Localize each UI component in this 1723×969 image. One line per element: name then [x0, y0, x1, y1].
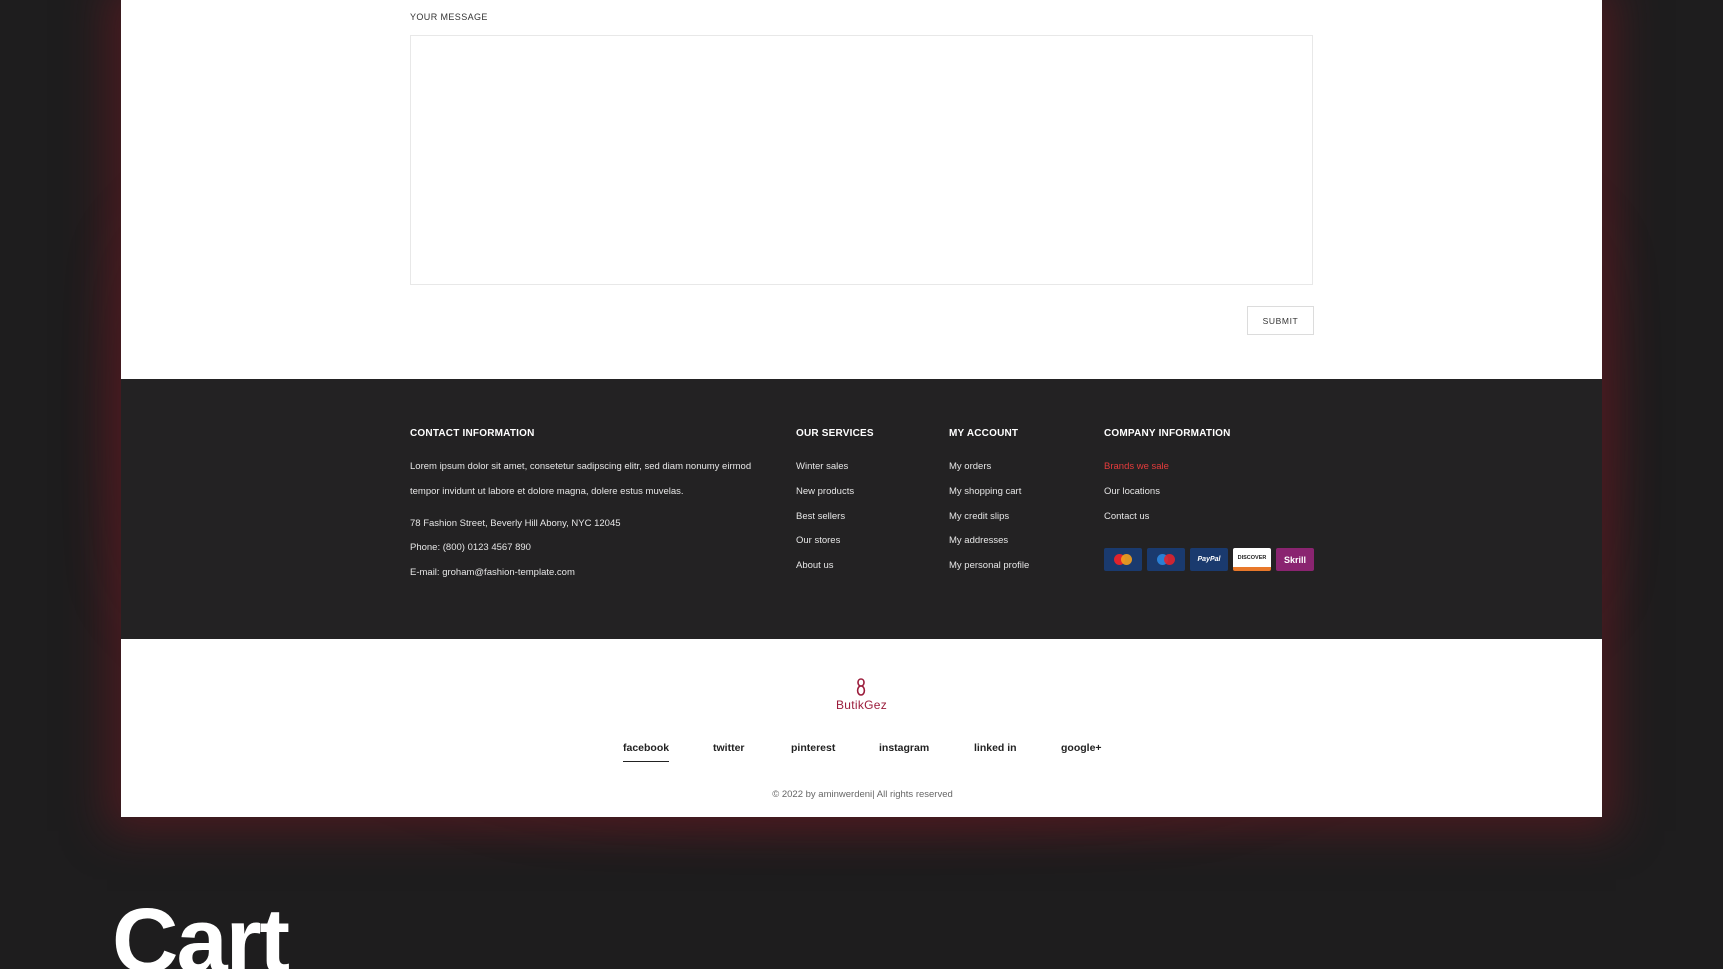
copyright-text: © 2022 by aminwerdeni| All rights reserv…	[772, 789, 953, 800]
services-link-best-sellers[interactable]: Best sellers	[796, 511, 845, 522]
submit-button[interactable]: SUBMIT	[1247, 306, 1314, 335]
contact-description-line1: Lorem ipsum dolor sit amet, consetetur s…	[410, 461, 752, 472]
maestro-icon	[1147, 548, 1185, 571]
account-title: MY ACCOUNT	[949, 428, 1019, 439]
contact-phone: Phone: (800) 0123 4567 890	[410, 542, 531, 553]
company-link-locations[interactable]: Our locations	[1104, 486, 1160, 497]
account-link-shopping-cart[interactable]: My shopping cart	[949, 486, 1021, 497]
skrill-icon: Skrill	[1276, 548, 1314, 571]
social-link-instagram[interactable]: instagram	[879, 742, 929, 754]
contact-info-title: CONTACT INFORMATION	[410, 428, 535, 439]
account-link-personal-profile[interactable]: My personal profile	[949, 560, 1029, 571]
services-link-about-us[interactable]: About us	[796, 560, 834, 571]
brand-logo-text: ButikGez	[835, 698, 888, 712]
paypal-icon: PayPal	[1190, 548, 1228, 571]
account-link-credit-slips[interactable]: My credit slips	[949, 511, 1009, 522]
social-link-google-plus[interactable]: google+	[1061, 742, 1102, 754]
message-textarea[interactable]	[410, 35, 1313, 285]
footer: CONTACT INFORMATION Lorem ipsum dolor si…	[121, 379, 1602, 639]
discover-icon: DISCOVER	[1233, 548, 1271, 571]
contact-email: E-mail: groham@fashion-template.com	[410, 567, 575, 578]
contact-address: 78 Fashion Street, Beverly Hill Abony, N…	[410, 518, 621, 529]
services-link-our-stores[interactable]: Our stores	[796, 535, 840, 546]
mastercard-icon	[1104, 548, 1142, 571]
message-label: YOUR MESSAGE	[410, 12, 488, 22]
social-link-pinterest[interactable]: pinterest	[791, 742, 835, 754]
brand-logo-icon	[856, 678, 866, 696]
company-link-contact[interactable]: Contact us	[1104, 511, 1149, 522]
section-heading: Cart	[112, 890, 290, 969]
services-link-new-products[interactable]: New products	[796, 486, 854, 497]
company-link-brands[interactable]: Brands we sale	[1104, 461, 1169, 472]
account-link-orders[interactable]: My orders	[949, 461, 991, 472]
services-title: OUR SERVICES	[796, 428, 874, 439]
account-link-addresses[interactable]: My addresses	[949, 535, 1008, 546]
social-link-linkedin[interactable]: linked in	[974, 742, 1017, 754]
contact-description-line2: tempor invidunt ut labore et dolore magn…	[410, 486, 684, 497]
social-link-twitter[interactable]: twitter	[713, 742, 745, 754]
services-link-winter-sales[interactable]: Winter sales	[796, 461, 848, 472]
social-link-facebook[interactable]: facebook	[623, 742, 670, 762]
company-info-title: COMPANY INFORMATION	[1104, 428, 1231, 439]
